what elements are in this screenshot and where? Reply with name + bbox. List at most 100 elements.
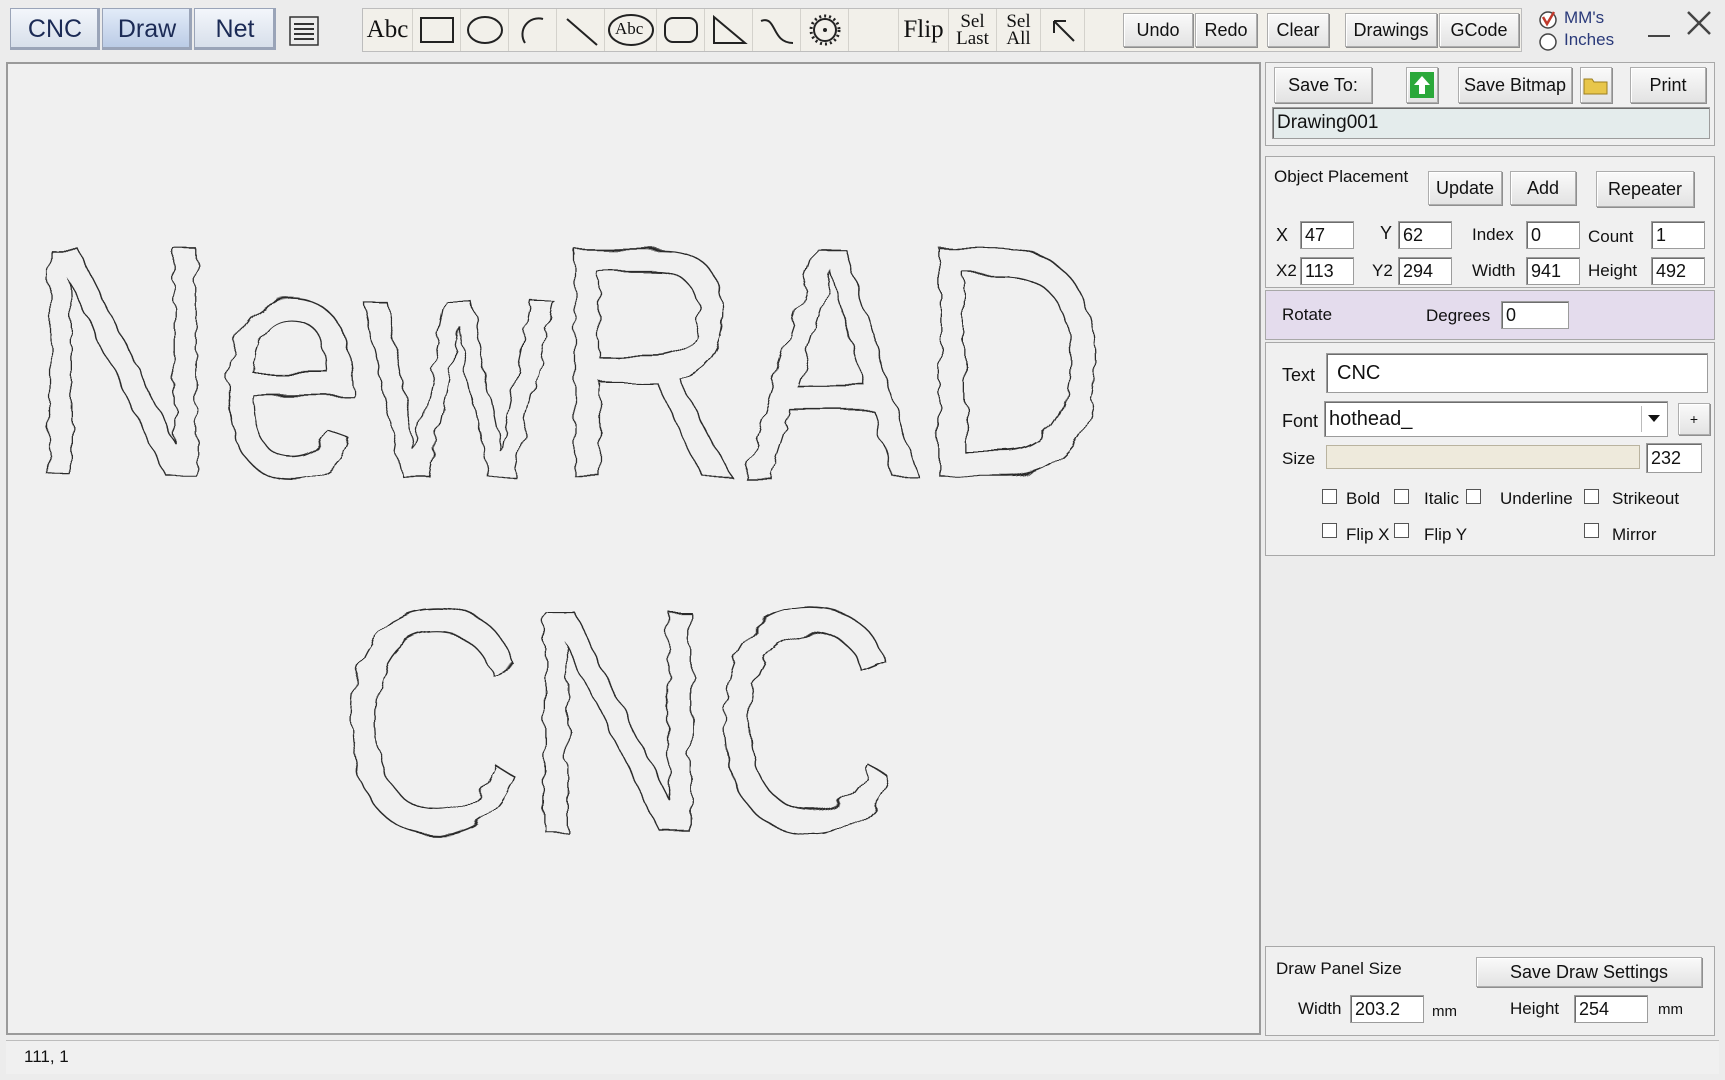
font-label: Font: [1282, 411, 1319, 431]
mirror-checkbox[interactable]: [1584, 523, 1599, 538]
arc-text-tool[interactable]: Abc: [605, 9, 657, 51]
text-label: Text: [1282, 365, 1316, 385]
canvas-text-line1[interactable]: NewRAD: [27, 176, 1109, 547]
text-tool[interactable]: Abc: [363, 9, 413, 51]
object-placement-panel: Object Placement Update Add Repeater X 4…: [1265, 156, 1715, 288]
close-button[interactable]: [1684, 8, 1714, 38]
size-slider[interactable]: [1326, 445, 1640, 469]
index-label: Index: [1472, 225, 1514, 244]
x-input[interactable]: 47: [1300, 221, 1354, 249]
height-input[interactable]: 492: [1651, 257, 1705, 285]
close-icon: [1687, 11, 1711, 35]
line-tool-icon[interactable]: [557, 9, 605, 51]
mirror-label: Mirror: [1612, 525, 1657, 544]
add-font-button[interactable]: +: [1678, 403, 1710, 435]
size-input[interactable]: 232: [1646, 443, 1702, 473]
canvas-text-line2[interactable]: CNC: [337, 541, 899, 901]
arc-tool-icon[interactable]: [509, 9, 557, 51]
folder-icon: [1583, 78, 1608, 95]
open-folder-button[interactable]: [1580, 67, 1612, 103]
status-bar: 111, 1: [6, 1040, 1719, 1074]
select-all-label: Sel All: [1006, 12, 1030, 48]
print-button[interactable]: Print: [1630, 67, 1706, 103]
count-label: Count: [1588, 227, 1634, 246]
triangle-tool-icon[interactable]: [705, 9, 753, 51]
ellipse-tool-icon[interactable]: [461, 9, 509, 51]
y2-label: Y2: [1372, 261, 1393, 280]
arc-text-tool-label: Abc: [615, 19, 644, 38]
save-draw-settings-button[interactable]: Save Draw Settings: [1476, 957, 1702, 987]
index-input[interactable]: 0: [1526, 221, 1580, 249]
units-inches-label: Inches: [1564, 30, 1615, 49]
x2-input[interactable]: 113: [1300, 257, 1354, 285]
select-last-label: Sel Last: [956, 12, 989, 49]
upload-button[interactable]: [1406, 67, 1438, 103]
gcode-button[interactable]: GCode: [1439, 13, 1519, 47]
add-button[interactable]: Add: [1510, 171, 1576, 205]
save-bitmap-button[interactable]: Save Bitmap: [1458, 67, 1572, 103]
minimize-button[interactable]: [1646, 10, 1672, 40]
strikeout-checkbox[interactable]: [1584, 489, 1599, 504]
bold-checkbox[interactable]: [1322, 489, 1337, 504]
drawing-canvas[interactable]: NewRAD CNC: [6, 62, 1261, 1035]
pointer-tool-icon[interactable]: [1041, 9, 1085, 51]
y2-input[interactable]: 294: [1398, 257, 1452, 285]
repeater-button[interactable]: Repeater: [1596, 171, 1694, 207]
x-label: X: [1276, 225, 1289, 245]
curve-tool-icon[interactable]: [753, 9, 801, 51]
text-input[interactable]: CNC: [1326, 353, 1708, 393]
filename-input[interactable]: Drawing001: [1272, 107, 1710, 139]
x2-label: X2: [1276, 261, 1297, 280]
rounded-rectangle-tool-icon[interactable]: [657, 9, 705, 51]
select-last-button[interactable]: Sel Last: [949, 9, 997, 51]
text-properties-panel: Text CNC Font hothead_ + Size 232 Bold I…: [1265, 342, 1715, 556]
save-to-button[interactable]: Save To:: [1274, 67, 1372, 103]
degrees-label: Degrees: [1426, 306, 1491, 325]
toolbar-spacer: [849, 9, 899, 51]
rectangle-tool-icon[interactable]: [413, 9, 461, 51]
height-label: Height: [1588, 261, 1638, 280]
drawing-toolbar: Abc Abc Flip Sel Last Sel All Undo Redo …: [362, 8, 1522, 52]
count-input[interactable]: 1: [1651, 221, 1705, 249]
undo-button[interactable]: Undo: [1123, 13, 1193, 47]
chevron-down-icon[interactable]: [1641, 406, 1665, 432]
text-tool-label: Abc: [366, 16, 409, 43]
panel-width-unit: mm: [1432, 1003, 1457, 1020]
upload-arrow-icon: [1410, 72, 1434, 98]
units-mm-radio[interactable]: MM's: [1538, 8, 1646, 30]
underline-checkbox[interactable]: [1466, 489, 1481, 504]
y-label: Y: [1380, 223, 1393, 243]
flip-y-checkbox[interactable]: [1394, 523, 1409, 538]
size-label: Size: [1282, 449, 1316, 468]
panel-width-input[interactable]: 203.2: [1350, 995, 1424, 1023]
italic-checkbox[interactable]: [1394, 489, 1409, 504]
width-label: Width: [1472, 261, 1516, 280]
flip-x-label: Flip X: [1346, 525, 1390, 544]
flip-button[interactable]: Flip: [899, 9, 949, 51]
font-select-value: hothead_: [1329, 407, 1413, 430]
font-select[interactable]: hothead_: [1324, 401, 1668, 437]
clear-button[interactable]: Clear: [1267, 13, 1329, 47]
flip-x-checkbox[interactable]: [1322, 523, 1337, 538]
tab-draw[interactable]: Draw: [102, 8, 192, 50]
list-menu-icon[interactable]: [287, 14, 321, 48]
tab-net[interactable]: Net: [194, 8, 276, 50]
units-inches-radio[interactable]: Inches: [1538, 30, 1646, 52]
object-placement-title: Object Placement: [1274, 167, 1409, 186]
degrees-input[interactable]: 0: [1501, 301, 1569, 329]
draw-panel-size-panel: Draw Panel Size Save Draw Settings Width…: [1265, 946, 1715, 1036]
tab-cnc[interactable]: CNC: [10, 8, 100, 50]
panel-height-unit: mm: [1658, 1001, 1683, 1018]
select-last-label-bottom: Last: [956, 28, 989, 49]
gear-tool-icon[interactable]: [801, 9, 849, 51]
update-button[interactable]: Update: [1428, 171, 1502, 205]
y-input[interactable]: 62: [1398, 221, 1452, 249]
strikeout-label: Strikeout: [1612, 489, 1680, 508]
bold-label: Bold: [1346, 489, 1381, 508]
select-all-button[interactable]: Sel All: [997, 9, 1041, 51]
panel-height-label: Height: [1510, 999, 1560, 1018]
redo-button[interactable]: Redo: [1195, 13, 1257, 47]
drawings-button[interactable]: Drawings: [1345, 13, 1437, 47]
panel-height-input[interactable]: 254: [1574, 995, 1648, 1023]
width-input[interactable]: 941: [1526, 257, 1580, 285]
